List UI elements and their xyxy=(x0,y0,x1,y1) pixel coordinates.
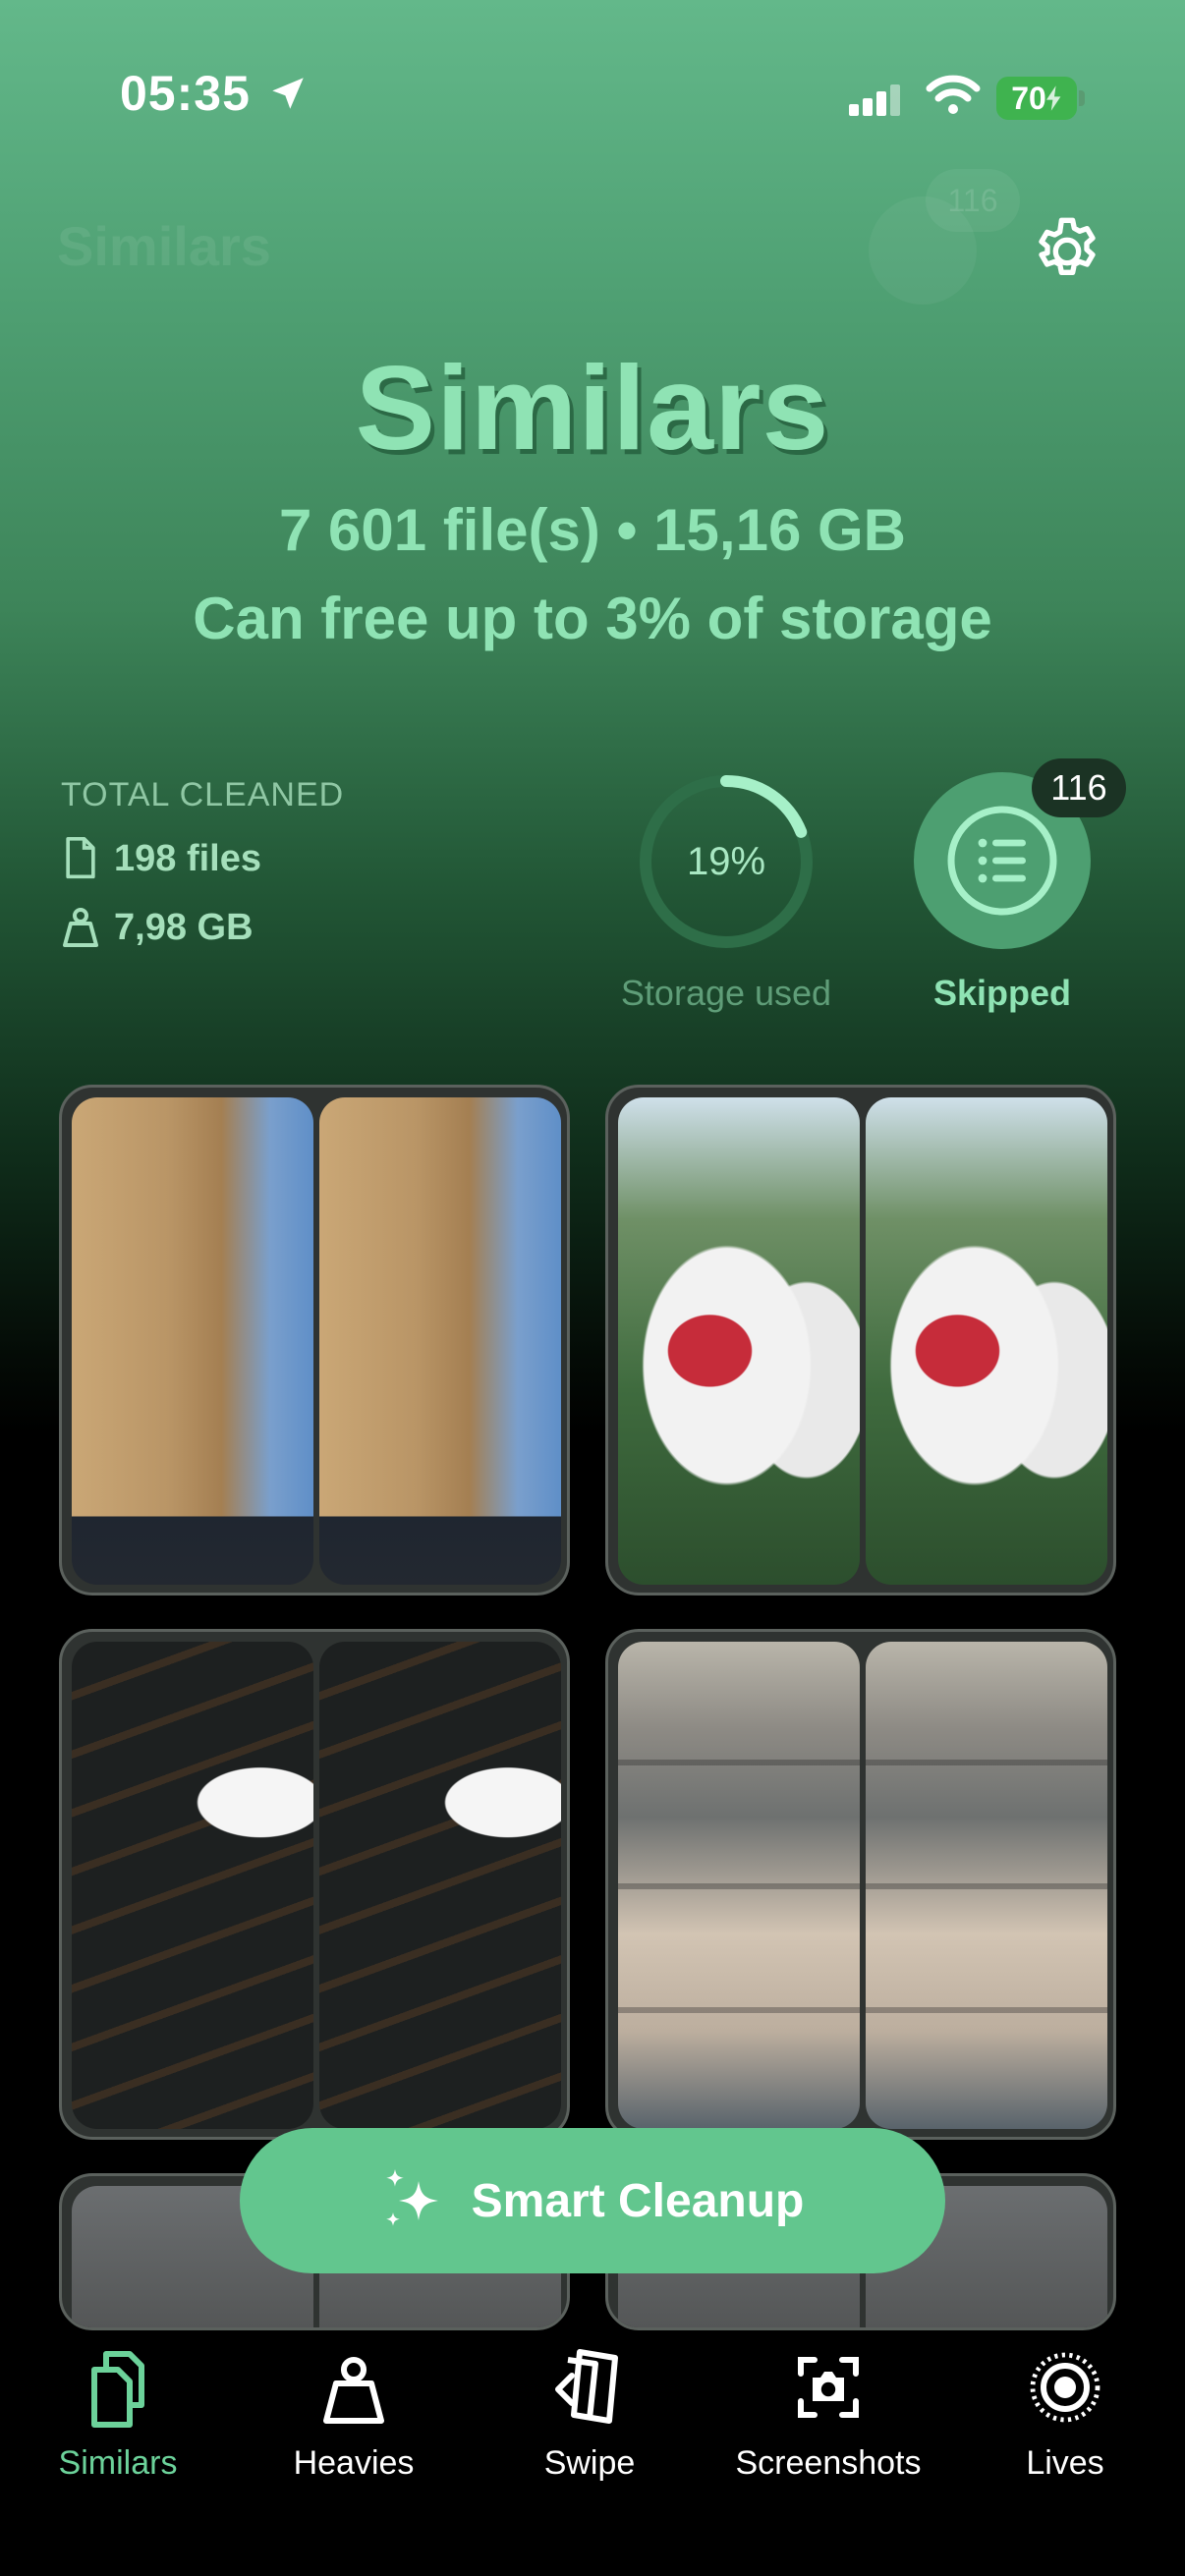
tab-lives[interactable]: Lives xyxy=(947,2330,1183,2576)
skipped-count-badge: 116 xyxy=(1032,758,1126,817)
list-icon xyxy=(947,806,1057,916)
collapsed-nav-title: Similars xyxy=(57,215,271,277)
weight-icon xyxy=(63,908,98,947)
page-title: Similars xyxy=(355,341,830,475)
swipe-cards-icon xyxy=(555,2349,618,2424)
similar-group-card[interactable] xyxy=(605,1629,1116,2140)
files-summary: 7 601 file(s) • 15,16 GB xyxy=(279,497,906,563)
similar-group-card[interactable] xyxy=(605,1085,1116,1596)
smart-cleanup-label: Smart Cleanup xyxy=(471,2174,805,2227)
charging-bolt-icon xyxy=(1045,85,1061,111)
cleaned-size: 7,98 GB xyxy=(114,906,254,948)
photo-thumbnail xyxy=(618,1642,860,2129)
cleaned-files-row: 198 files xyxy=(61,833,261,884)
photo-thumbnail xyxy=(72,1642,313,2129)
storage-percent: 19% xyxy=(686,839,766,883)
photo-thumbnail xyxy=(72,1097,313,1585)
documents-icon xyxy=(91,2351,144,2428)
settings-gear-icon[interactable] xyxy=(1028,212,1106,291)
tab-label: Swipe xyxy=(543,2444,636,2482)
cellular-signal-icon xyxy=(849,84,900,116)
photo-thumbnail xyxy=(866,1097,1107,1585)
battery-level: 70 xyxy=(1011,80,1046,116)
document-icon xyxy=(66,837,95,879)
storage-ring: 19% xyxy=(633,768,819,955)
free-up-summary: Can free up to 3% of storage xyxy=(193,586,992,651)
cleaned-files-count: 198 files xyxy=(114,837,261,879)
photo-thumbnail xyxy=(319,1097,561,1585)
tab-label: Heavies xyxy=(293,2444,415,2482)
photo-thumbnail xyxy=(866,1642,1107,2129)
collapsed-skip-badge: 116 xyxy=(926,169,1020,232)
skipped-label[interactable]: Skipped xyxy=(884,973,1120,1014)
wifi-icon xyxy=(926,75,981,114)
status-time: 05:35 xyxy=(120,66,251,121)
battery-indicator: 70 xyxy=(996,77,1077,120)
tab-heavies[interactable]: Heavies xyxy=(236,2330,472,2576)
tab-similars[interactable]: Similars xyxy=(0,2330,236,2576)
sparkles-icon xyxy=(385,2169,438,2226)
tab-label: Screenshots xyxy=(735,2444,922,2482)
tab-label: Lives xyxy=(1026,2444,1104,2482)
location-arrow-icon xyxy=(272,78,304,109)
tab-label: Similars xyxy=(58,2444,178,2482)
tab-screenshots[interactable]: Screenshots xyxy=(710,2330,946,2576)
screenshot-camera-icon xyxy=(798,2357,859,2418)
weight-icon xyxy=(323,2357,384,2424)
smart-cleanup-button[interactable]: Smart Cleanup xyxy=(240,2128,945,2273)
total-cleaned-label: TOTAL CLEANED xyxy=(61,776,345,813)
similar-group-card[interactable] xyxy=(59,1629,570,2140)
tab-bar: Similars Heavies Swipe Screenshots Lives xyxy=(0,2330,1185,2576)
tab-swipe[interactable]: Swipe xyxy=(472,2330,707,2576)
battery-nub xyxy=(1079,90,1085,106)
storage-used-label: Storage used xyxy=(620,973,832,1013)
photo-thumbnail xyxy=(618,1097,860,1585)
live-photo-icon xyxy=(1030,2352,1100,2423)
similar-group-card[interactable] xyxy=(59,1085,570,1596)
status-bar: 05:35 70 xyxy=(0,65,1185,134)
cleaned-size-row: 7,98 GB xyxy=(61,902,254,953)
photo-thumbnail xyxy=(319,1642,561,2129)
